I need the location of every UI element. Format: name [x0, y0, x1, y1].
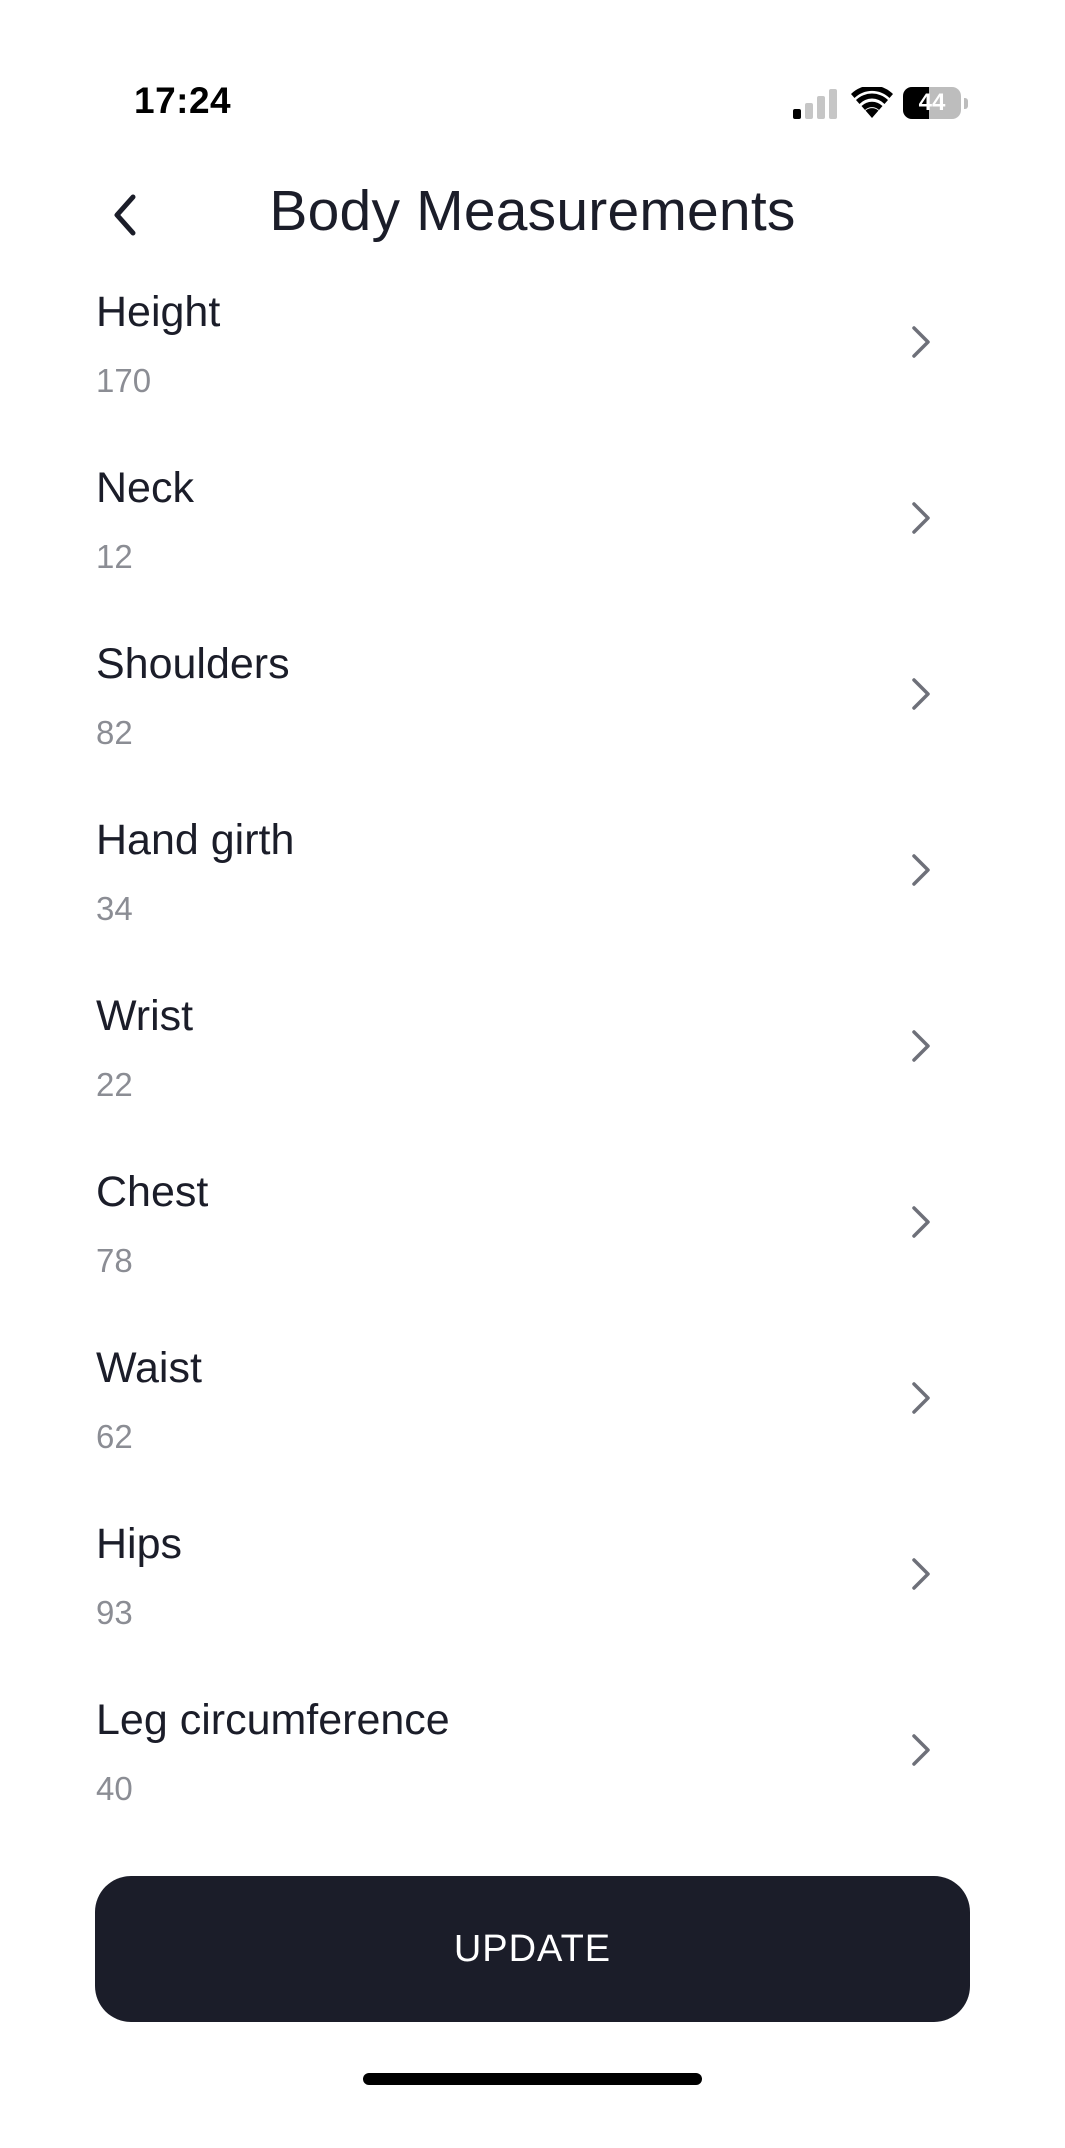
measurement-row-wrist[interactable]: Wrist 22: [0, 974, 1065, 1150]
measurement-value: 78: [96, 1242, 133, 1279]
measurement-value: 62: [96, 1418, 133, 1455]
chevron-right-icon: [912, 1030, 930, 1062]
measurement-label: Shoulders: [96, 640, 290, 688]
chevron-right-icon: [912, 1206, 930, 1238]
measurement-row-waist[interactable]: Waist 62: [0, 1326, 1065, 1502]
measurement-value: 12: [96, 538, 133, 575]
measurement-value: 34: [96, 890, 133, 927]
nav-header: Body Measurements: [0, 160, 1065, 270]
page-title: Body Measurements: [269, 179, 796, 243]
measurement-value: 93: [96, 1594, 133, 1631]
measurement-label: Leg circumference: [96, 1696, 450, 1744]
measurement-value: 40: [96, 1770, 133, 1807]
measurement-row-hand-girth[interactable]: Hand girth 34: [0, 798, 1065, 974]
update-button[interactable]: UPDATE: [95, 1876, 970, 2022]
measurement-value: 22: [96, 1066, 133, 1103]
battery-icon: 44: [903, 87, 969, 119]
wifi-icon: [851, 87, 893, 118]
measurement-row-leg-circumference[interactable]: Leg circumference 40: [0, 1678, 1065, 1854]
battery-level: 44: [918, 89, 946, 116]
chevron-right-icon: [912, 326, 930, 358]
measurement-label: Hand girth: [96, 816, 295, 864]
measurement-row-chest[interactable]: Chest 78: [0, 1150, 1065, 1326]
measurement-label: Height: [96, 288, 221, 336]
chevron-right-icon: [912, 1382, 930, 1414]
chevron-right-icon: [912, 1558, 930, 1590]
chevron-right-icon: [912, 502, 930, 534]
status-time: 17:24: [134, 80, 232, 121]
measurement-list: Height 170 Neck 12 Shoulders 82 Hand gir…: [0, 270, 1065, 1854]
measurement-label: Neck: [96, 464, 194, 512]
measurement-label: Wrist: [96, 992, 194, 1040]
chevron-right-icon: [912, 678, 930, 710]
measurement-label: Chest: [96, 1168, 209, 1216]
measurement-row-height[interactable]: Height 170: [0, 270, 1065, 446]
chevron-right-icon: [912, 1734, 930, 1766]
home-indicator: [363, 2073, 702, 2085]
chevron-right-icon: [912, 854, 930, 886]
measurement-row-hips[interactable]: Hips 93: [0, 1502, 1065, 1678]
measurement-label: Hips: [96, 1520, 183, 1568]
status-bar: 17:24 44: [0, 0, 1065, 160]
measurement-label: Waist: [96, 1344, 202, 1392]
measurement-row-shoulders[interactable]: Shoulders 82: [0, 622, 1065, 798]
measurement-value: 170: [96, 362, 152, 399]
measurement-value: 82: [96, 714, 133, 751]
body-measurements-screen: 17:24 44 Body Measurements Height 170 Ne…: [0, 0, 1065, 2148]
signal-icon: [793, 89, 837, 119]
measurement-row-neck[interactable]: Neck 12: [0, 446, 1065, 622]
